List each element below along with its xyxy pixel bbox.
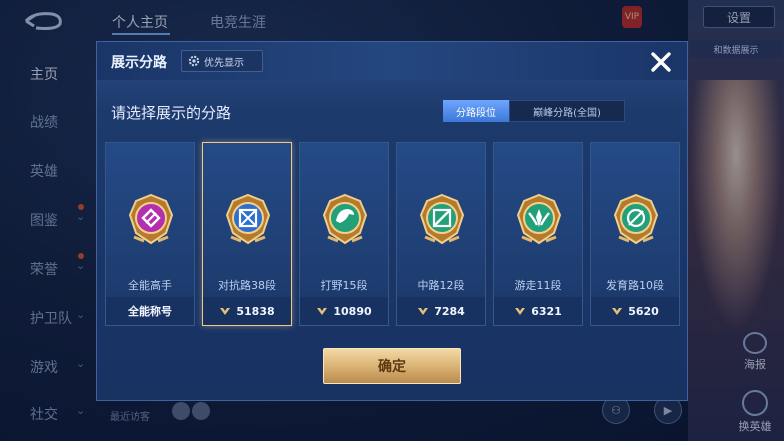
points-icon bbox=[612, 308, 623, 315]
segment-peak-lane[interactable]: 巅峰分路(全国) bbox=[509, 100, 625, 122]
lane-card-label: 发育路10段 bbox=[606, 279, 664, 292]
gear-icon bbox=[188, 55, 200, 67]
points-icon bbox=[515, 308, 526, 315]
points-icon bbox=[418, 308, 429, 315]
modal-subtitle: 请选择展示的分路 bbox=[111, 104, 232, 122]
lane-card-jungle[interactable]: 打野15段 10890 bbox=[299, 142, 389, 326]
lane-card-value: 10890 bbox=[333, 304, 372, 318]
lane-card-footer: 6321 bbox=[494, 297, 582, 325]
lane-card-footer: 10890 bbox=[300, 297, 388, 325]
lane-card-value: 51838 bbox=[236, 304, 275, 318]
lane-card-footer: 51838 bbox=[203, 297, 291, 325]
farm-lane-emblem-icon bbox=[613, 193, 659, 245]
lane-card-label: 全能高手 bbox=[128, 279, 172, 292]
close-button[interactable] bbox=[645, 46, 677, 78]
lane-card-footer: 全能称号 bbox=[106, 297, 194, 325]
roam-emblem-icon bbox=[516, 193, 562, 245]
clash-lane-emblem-icon bbox=[225, 193, 271, 245]
lane-card-label: 对抗路38段 bbox=[218, 279, 276, 292]
priority-display-button[interactable]: 优先显示 bbox=[181, 50, 263, 72]
lane-display-modal: 展示分路 优先显示 请选择展示的分路 分路段位 巅峰分路(全国) 全能高手 全能… bbox=[96, 41, 688, 401]
lane-card-list: 全能高手 全能称号 对抗路38段 51838 打野15段 10890 中路12段… bbox=[105, 142, 681, 328]
jungle-emblem-icon bbox=[322, 193, 368, 245]
close-icon bbox=[651, 52, 671, 72]
lane-card-value: 全能称号 bbox=[128, 305, 172, 318]
mid-lane-emblem-icon bbox=[419, 193, 465, 245]
modal-title: 展示分路 bbox=[111, 55, 167, 71]
lane-card-label: 游走11段 bbox=[514, 279, 562, 292]
lane-card-clash[interactable]: 对抗路38段 51838 bbox=[202, 142, 292, 326]
confirm-button[interactable]: 确定 bbox=[323, 348, 461, 384]
lane-card-value: 6321 bbox=[531, 304, 562, 318]
lane-card-all-round[interactable]: 全能高手 全能称号 bbox=[105, 142, 195, 326]
lane-card-label: 中路12段 bbox=[417, 279, 465, 292]
all-round-emblem-icon bbox=[128, 193, 174, 245]
lane-card-footer: 7284 bbox=[397, 297, 485, 325]
segment-lane-rank[interactable]: 分路段位 bbox=[443, 100, 509, 122]
lane-card-value: 7284 bbox=[434, 304, 465, 318]
lane-card-value: 5620 bbox=[628, 304, 659, 318]
lane-card-farm[interactable]: 发育路10段 5620 bbox=[590, 142, 680, 326]
points-icon bbox=[317, 308, 328, 315]
lane-card-roam[interactable]: 游走11段 6321 bbox=[493, 142, 583, 326]
lane-card-mid[interactable]: 中路12段 7284 bbox=[396, 142, 486, 326]
modal-header: 展示分路 优先显示 bbox=[97, 42, 687, 80]
lane-card-footer: 5620 bbox=[591, 297, 679, 325]
lane-card-label: 打野15段 bbox=[320, 279, 368, 292]
points-icon bbox=[220, 308, 231, 315]
lane-mode-segmented-control: 分路段位 巅峰分路(全国) bbox=[443, 100, 627, 122]
priority-label: 优先显示 bbox=[204, 57, 244, 69]
